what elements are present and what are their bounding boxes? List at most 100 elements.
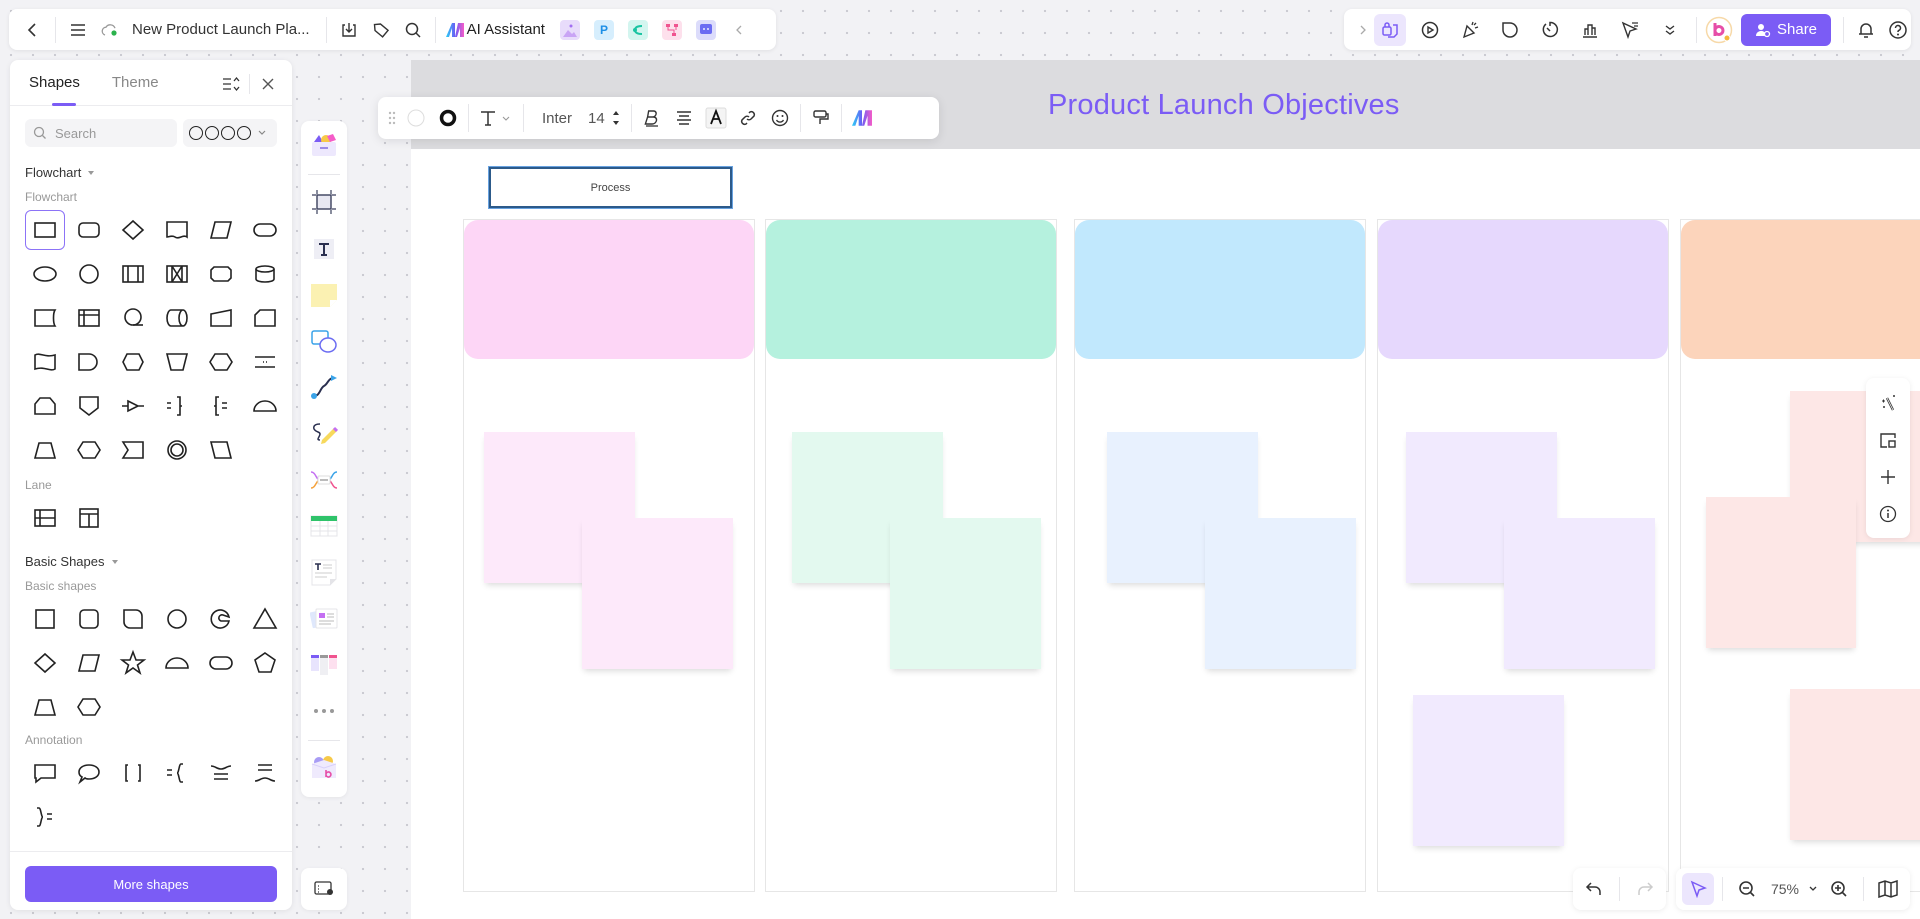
sticky-note[interactable] <box>1790 689 1920 840</box>
more-tools-button[interactable] <box>306 694 342 728</box>
shape-item-hex[interactable] <box>201 342 241 382</box>
shape-item-ellipse[interactable] <box>25 254 65 294</box>
shape-item-leaf[interactable] <box>113 599 153 639</box>
board-canvas[interactable]: Product Launch Objectives Process <box>411 60 1920 919</box>
shape-item-docshape[interactable] <box>157 210 197 250</box>
ai-assistant-button[interactable]: AI Assistant <box>445 21 545 38</box>
shape-item-diamond[interactable] <box>113 210 153 250</box>
mindmap-tool[interactable] <box>306 462 342 496</box>
shape-item-hex[interactable] <box>69 687 109 727</box>
shape-item-manual[interactable] <box>201 298 241 338</box>
shape-item-predefx[interactable] <box>157 254 197 294</box>
zoom-level[interactable]: 75% <box>1771 881 1799 897</box>
present-button[interactable] <box>1414 14 1446 46</box>
shape-item-delay[interactable] <box>69 342 109 382</box>
font-size-stepper[interactable] <box>605 102 627 134</box>
help-button[interactable] <box>1882 14 1914 46</box>
shape-item-pentagon[interactable] <box>245 643 285 683</box>
frame-tool[interactable] <box>306 185 342 219</box>
shape-item-halfc[interactable] <box>245 386 285 426</box>
zoom-out-button[interactable] <box>1731 873 1763 905</box>
pen-tool[interactable] <box>306 416 342 450</box>
shape-item-internal[interactable] <box>69 298 109 338</box>
shape-item-arrowtri[interactable] <box>113 386 153 426</box>
ai-format-button[interactable] <box>846 102 878 134</box>
close-panel-button[interactable] <box>256 72 280 96</box>
shape-item-halfc[interactable] <box>157 643 197 683</box>
sticky-note[interactable] <box>1205 518 1356 669</box>
timer-button[interactable] <box>1534 14 1566 46</box>
laser-pointer-button[interactable] <box>1614 14 1646 46</box>
border-color-button[interactable] <box>432 102 464 134</box>
expand-toolbar-button[interactable] <box>1352 14 1374 46</box>
shape-item-ring[interactable] <box>157 430 197 470</box>
celebrate-button[interactable] <box>1454 14 1486 46</box>
notification-button[interactable] <box>1850 14 1882 46</box>
shape-item-cutcorner[interactable] <box>245 298 285 338</box>
emoji-button[interactable] <box>764 102 796 134</box>
shape-item-loop[interactable] <box>25 386 65 426</box>
shape-item-para[interactable] <box>201 210 241 250</box>
shape-item-diamond[interactable] <box>25 643 65 683</box>
shape-item-triangle[interactable] <box>245 599 285 639</box>
shape-item-ovalcall[interactable] <box>69 753 109 793</box>
shape-item-pacman[interactable] <box>201 599 241 639</box>
more-shapes-button[interactable]: More shapes <box>25 866 277 902</box>
mindmap-app-button[interactable] <box>627 19 648 40</box>
zoom-dropdown[interactable] <box>1803 873 1823 905</box>
sticky-note-tool[interactable] <box>306 278 342 312</box>
shape-item-predef[interactable] <box>113 254 153 294</box>
add-button[interactable] <box>1872 461 1904 493</box>
chat-app-button[interactable] <box>695 19 716 40</box>
shape-search-box[interactable] <box>25 119 177 147</box>
sticky-note[interactable] <box>1706 497 1856 648</box>
avatar[interactable] <box>1703 14 1735 46</box>
sticky-note[interactable] <box>1413 695 1564 846</box>
presentation-app-button[interactable]: P <box>593 19 614 40</box>
card-tool[interactable] <box>306 601 342 635</box>
redo-button[interactable] <box>1629 873 1661 905</box>
flowchart-app-button[interactable] <box>661 19 682 40</box>
picture-in-picture-button[interactable] <box>1872 424 1904 456</box>
more-tools-button[interactable] <box>1654 14 1686 46</box>
shape-item-display[interactable] <box>113 342 153 382</box>
fill-color-button[interactable] <box>400 102 432 134</box>
shape-item-seqdata[interactable] <box>113 298 153 338</box>
download-button[interactable] <box>333 14 365 46</box>
shape-item-eqbrace[interactable] <box>157 753 197 793</box>
shape-item-hex2[interactable] <box>69 430 109 470</box>
shape-style-picker[interactable] <box>183 119 277 147</box>
shape-item-offpage[interactable] <box>69 386 109 426</box>
search-button[interactable] <box>397 14 429 46</box>
comment-button[interactable] <box>1494 14 1526 46</box>
shape-item-laneH[interactable] <box>25 498 65 538</box>
sticky-note[interactable] <box>890 518 1041 669</box>
drag-handle[interactable] <box>384 102 400 134</box>
sort-button[interactable] <box>219 72 243 96</box>
sticky-note[interactable] <box>1504 518 1655 669</box>
menu-button[interactable] <box>62 14 94 46</box>
font-size-input[interactable]: 14 <box>588 110 605 127</box>
share-button[interactable]: Share <box>1741 13 1832 46</box>
tag-button[interactable] <box>365 14 397 46</box>
shape-item-brackets[interactable] <box>113 753 153 793</box>
back-button[interactable] <box>17 14 49 46</box>
tab-shapes[interactable]: Shapes <box>29 74 80 91</box>
selected-process-shape[interactable]: Process <box>488 166 733 209</box>
shape-item-rsquare[interactable] <box>69 599 109 639</box>
format-painter-button[interactable] <box>805 102 837 134</box>
shape-item-rrect[interactable] <box>69 210 109 250</box>
shape-item-circle[interactable] <box>69 254 109 294</box>
shape-item-pill[interactable] <box>245 210 285 250</box>
shape-item-callout[interactable] <box>25 753 65 793</box>
shape-item-cyl[interactable] <box>245 254 285 294</box>
tab-theme[interactable]: Theme <box>112 74 159 91</box>
sticky-note[interactable] <box>582 518 733 669</box>
select-tool-button[interactable] <box>1682 873 1714 905</box>
undo-button[interactable] <box>1578 873 1610 905</box>
shape-item-square[interactable] <box>25 599 65 639</box>
section-basic-shapes-header[interactable]: Basic Shapes <box>10 554 292 569</box>
shape-item-laneV[interactable] <box>69 498 109 538</box>
magic-button[interactable] <box>1872 387 1904 419</box>
document-title[interactable]: New Product Launch Pla... <box>132 21 310 38</box>
